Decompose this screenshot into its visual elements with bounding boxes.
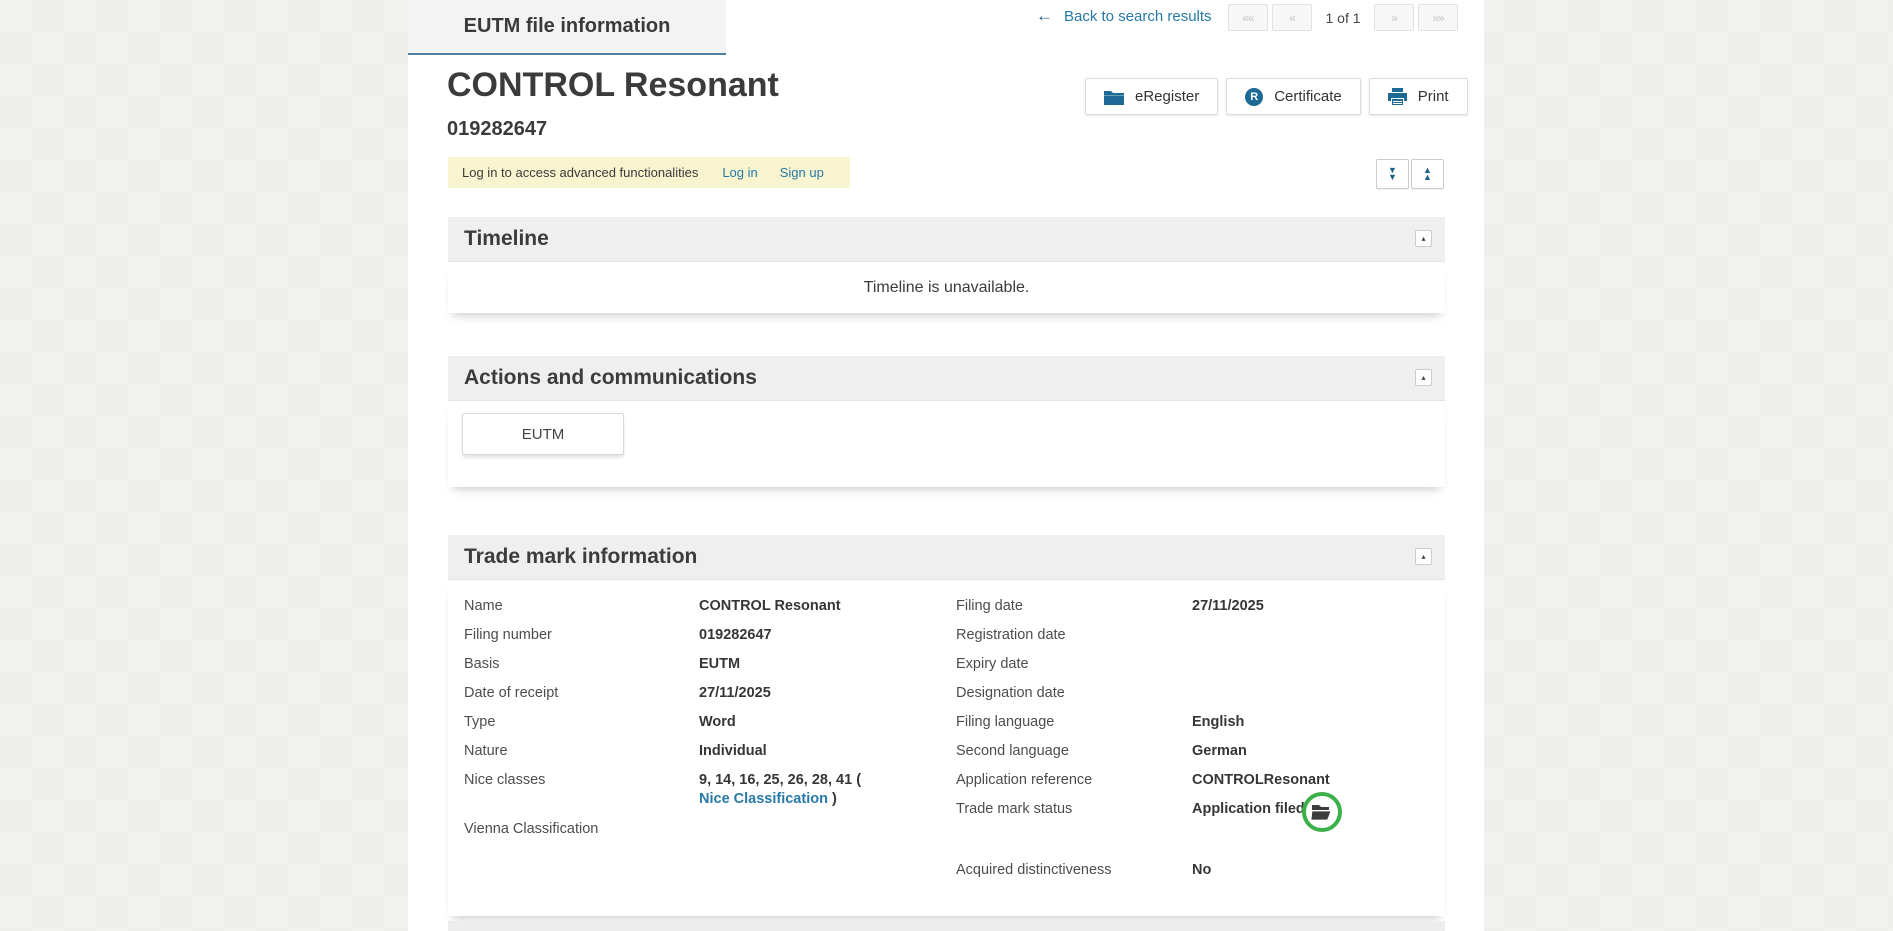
field-row-name: Name CONTROL Resonant xyxy=(464,592,944,621)
field-row-basis: Basis EUTM xyxy=(464,650,944,679)
trademark-info-collapse-button[interactable]: ▴ xyxy=(1415,548,1432,565)
tab-eutm-file-information[interactable]: EUTM file information xyxy=(408,0,726,55)
back-arrow-icon: ← xyxy=(1036,7,1053,25)
eregister-button[interactable]: eRegister xyxy=(1085,78,1218,115)
pager-next-icon: » xyxy=(1391,11,1397,25)
field-row-application-reference: Application reference CONTROLResonant xyxy=(956,766,1436,795)
print-label: Print xyxy=(1418,88,1449,105)
field-row-date-of-receipt: Date of receipt 27/11/2025 xyxy=(464,679,944,708)
timeline-collapse-button[interactable]: ▴ xyxy=(1415,230,1432,247)
registered-icon: R xyxy=(1245,88,1263,106)
actions-section-body: EUTM xyxy=(448,401,1445,487)
field-row-vienna-classification: Vienna Classification xyxy=(464,815,944,844)
nice-classification-link[interactable]: Nice Classification xyxy=(699,791,828,807)
actions-section: Actions and communications ▴ EUTM xyxy=(448,356,1445,487)
print-button[interactable]: Print xyxy=(1369,78,1468,115)
field-row-filing-number: Filing number 019282647 xyxy=(464,621,944,650)
pager-prev-icon: « xyxy=(1289,11,1295,25)
pager-last-icon: »» xyxy=(1432,11,1443,25)
pager-last-button[interactable]: »» xyxy=(1418,4,1458,31)
actions-eutm-tab[interactable]: EUTM xyxy=(462,413,624,455)
login-banner: Log in to access advanced functionalitie… xyxy=(448,157,850,188)
field-row-second-language: Second language German xyxy=(956,737,1436,766)
timeline-unavailable-message: Timeline is unavailable. xyxy=(864,279,1030,297)
login-link[interactable]: Log in xyxy=(722,165,757,180)
actions-collapse-button[interactable]: ▴ xyxy=(1415,369,1432,386)
field-row-trademark-status: Trade mark status Application filed xyxy=(956,795,1436,841)
timeline-section: Timeline ▴ Timeline is unavailable. xyxy=(448,217,1445,313)
field-row-nice-classes: Nice classes 9, 14, 16, 25, 26, 28, 41 (… xyxy=(464,766,944,815)
field-row-type: Type Word xyxy=(464,708,944,737)
back-to-search-results-link[interactable]: ← Back to search results xyxy=(1036,7,1212,25)
field-row-acquired-distinctiveness: Acquired distinctiveness No xyxy=(956,856,1436,885)
field-row-filing-language: Filing language English xyxy=(956,708,1436,737)
signup-link[interactable]: Sign up xyxy=(780,165,824,180)
login-banner-message: Log in to access advanced functionalitie… xyxy=(462,165,698,180)
actions-section-header: Actions and communications ▴ xyxy=(448,356,1445,401)
trademark-number: 019282647 xyxy=(447,118,547,141)
folder-icon xyxy=(1104,89,1124,105)
field-row-filing-date: Filing date 27/11/2025 xyxy=(956,592,1436,621)
trademark-info-section-title: Trade mark information xyxy=(464,545,697,569)
expand-all-button[interactable]: ▼ ▼ xyxy=(1376,159,1409,189)
pager-first-button[interactable]: «« xyxy=(1228,4,1268,31)
next-section-partial-bar xyxy=(448,921,1445,931)
timeline-section-header: Timeline ▴ xyxy=(448,217,1445,262)
eregister-label: eRegister xyxy=(1135,88,1199,105)
timeline-section-body: Timeline is unavailable. xyxy=(448,262,1445,313)
pager-prev-button[interactable]: « xyxy=(1272,4,1312,31)
trademark-fields-right-column: Filing date 27/11/2025 Registration date… xyxy=(956,592,1436,885)
field-row-expiry-date: Expiry date xyxy=(956,650,1436,679)
trademark-info-section-body: Name CONTROL Resonant Filing number 0192… xyxy=(448,580,1445,916)
field-row-nature: Nature Individual xyxy=(464,737,944,766)
application-filed-open-folder-icon xyxy=(1302,792,1342,832)
trademark-info-section-header: Trade mark information ▴ xyxy=(448,535,1445,580)
pager-next-button[interactable]: » xyxy=(1374,4,1414,31)
pager-page-indicator: 1 of 1 xyxy=(1312,10,1374,26)
field-row-designation-date: Designation date xyxy=(956,679,1436,708)
back-link-label: Back to search results xyxy=(1064,8,1212,25)
actions-section-title: Actions and communications xyxy=(464,366,757,390)
field-row-registration-date: Registration date xyxy=(956,621,1436,650)
results-pager: «« « 1 of 1 » »» xyxy=(1228,4,1458,31)
collapse-all-button[interactable]: ▲ ▲ xyxy=(1411,159,1444,189)
trademark-info-section: Trade mark information ▴ Name CONTROL Re… xyxy=(448,535,1445,916)
header-action-buttons: eRegister R Certificate Print xyxy=(1085,78,1445,115)
timeline-section-title: Timeline xyxy=(464,227,549,251)
pager-first-icon: «« xyxy=(1242,11,1253,25)
printer-icon xyxy=(1388,88,1407,105)
expand-collapse-controls: ▼ ▼ ▲ ▲ xyxy=(1376,159,1444,189)
trademark-fields-left-column: Name CONTROL Resonant Filing number 0192… xyxy=(464,592,944,844)
certificate-label: Certificate xyxy=(1274,88,1342,105)
main-content-column: EUTM file information ← Back to search r… xyxy=(408,0,1484,931)
tab-label: EUTM file information xyxy=(464,15,671,38)
trademark-title: CONTROL Resonant xyxy=(447,66,779,105)
certificate-button[interactable]: R Certificate xyxy=(1226,78,1361,115)
